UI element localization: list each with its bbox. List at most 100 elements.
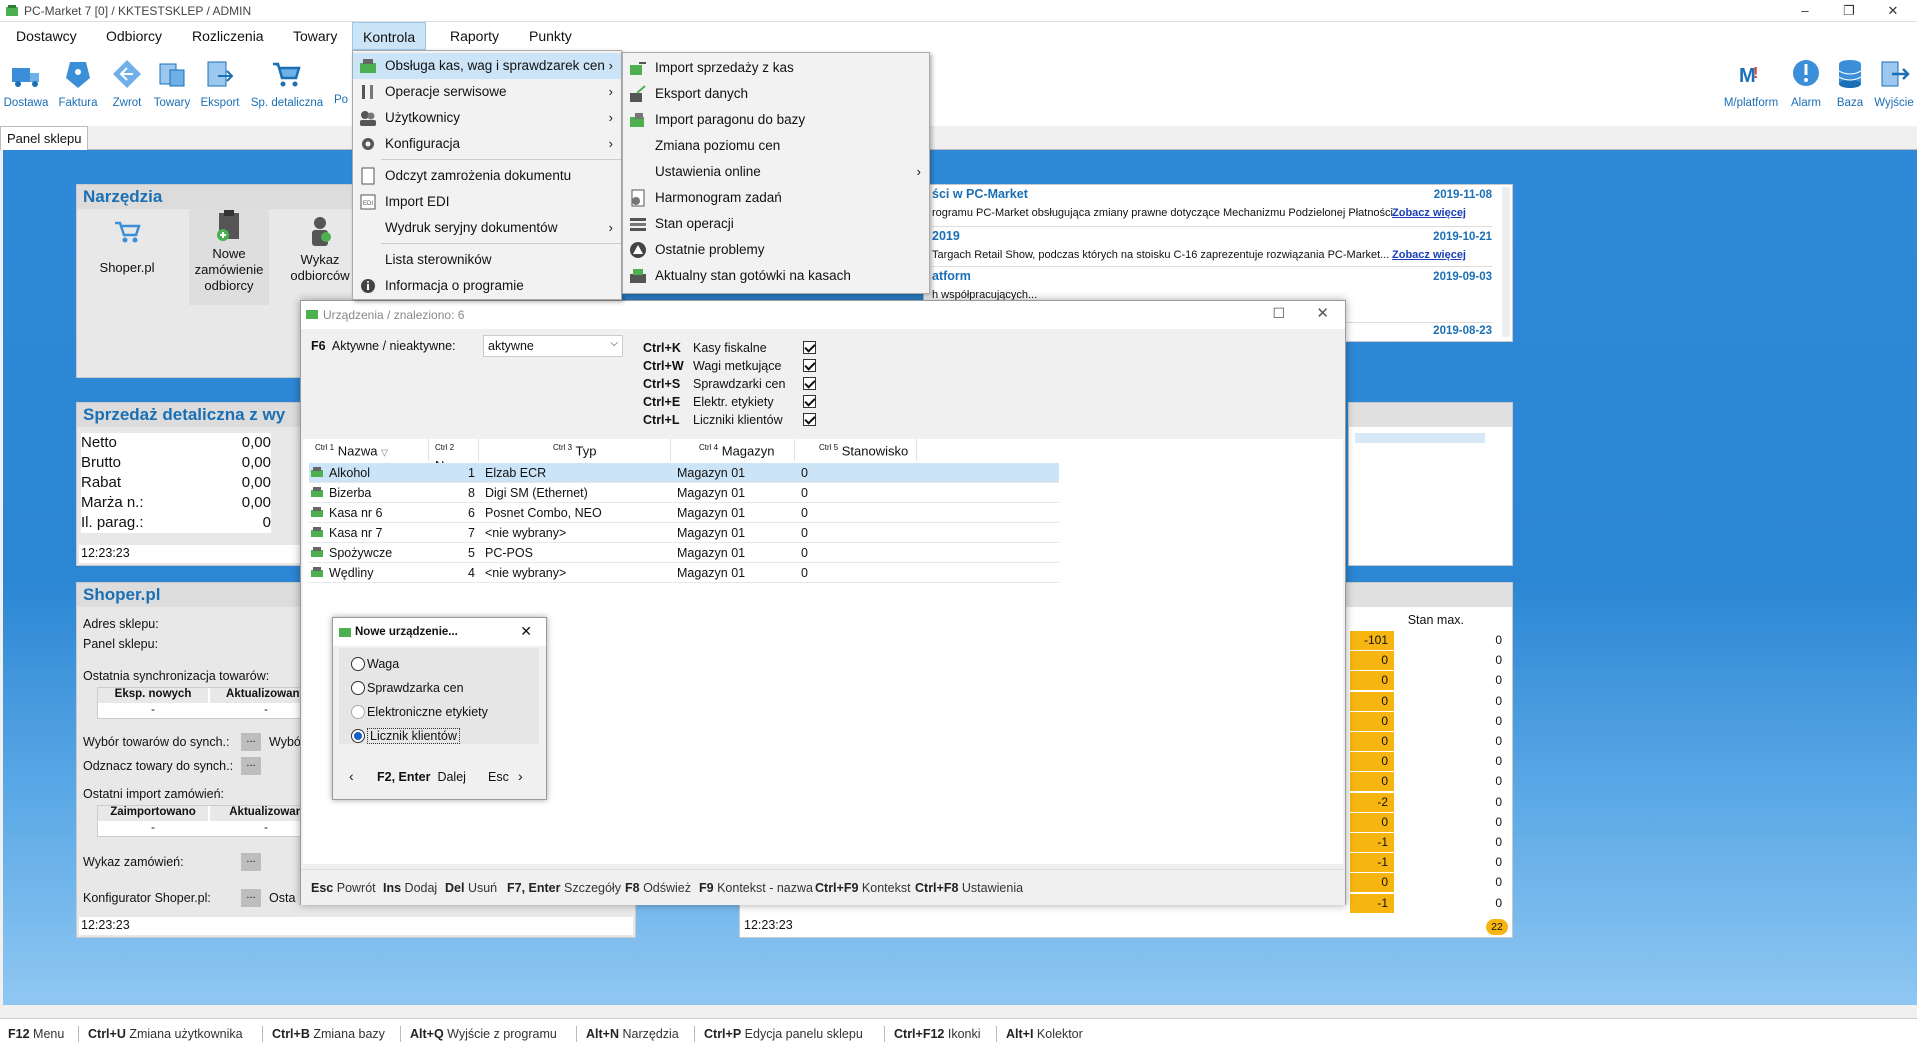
news-link[interactable]: Zobacz więcej bbox=[1392, 249, 1466, 261]
footer-dodaj[interactable]: Ins Dodaj bbox=[383, 881, 437, 895]
footer-usun[interactable]: Del Usuń bbox=[445, 881, 497, 895]
minimize-button[interactable]: – bbox=[1783, 0, 1827, 22]
checkbox[interactable] bbox=[803, 395, 816, 408]
restore-button[interactable]: ❐ bbox=[1827, 0, 1871, 22]
option-sprawdzarka[interactable]: Sprawdzarka cen bbox=[351, 680, 531, 698]
col-typ[interactable]: Ctrl 3 Typ bbox=[479, 439, 671, 461]
menu-uzytkownicy[interactable]: Użytkownicy › bbox=[353, 105, 621, 131]
menu-kontrola[interactable]: Kontrola bbox=[352, 22, 427, 50]
menu-punkty[interactable]: Punkty bbox=[519, 22, 582, 50]
news-scrollbar[interactable] bbox=[1502, 187, 1510, 337]
alarm-button[interactable]: Alarm bbox=[1786, 56, 1826, 109]
menu-obsluga-kas[interactable]: Obsługa kas, wag i sprawdzarek cen › bbox=[353, 53, 621, 79]
table-row[interactable]: Bizerba 8 Digi SM (Ethernet) Magazyn 01 0 bbox=[309, 483, 1059, 503]
menu-towary[interactable]: Towary bbox=[283, 22, 347, 50]
status-narzedzia[interactable]: Alt+N Narzędzia bbox=[586, 1027, 679, 1041]
table-row[interactable]: Alkohol 1 Elzab ECR Magazyn 01 0 bbox=[309, 463, 1059, 483]
tab-panel-sklepu[interactable]: Panel sklepu bbox=[0, 126, 89, 150]
radio[interactable] bbox=[351, 681, 365, 695]
wykaz-zamowien-button[interactable]: ... bbox=[241, 853, 261, 871]
col-numer[interactable]: Ctrl 2 Nume bbox=[429, 439, 479, 473]
stock-badge[interactable]: 22 bbox=[1486, 919, 1508, 935]
col-stanowisko[interactable]: Ctrl 5 Stanowisko bbox=[795, 439, 917, 461]
submenu-ostatnie-problemy[interactable]: Ostatnie problemy bbox=[623, 237, 929, 263]
filter-select[interactable]: aktywne ⌵ bbox=[483, 335, 623, 357]
table-row[interactable]: Kasa nr 7 7 <nie wybrany> Magazyn 01 0 bbox=[309, 523, 1059, 543]
filter-wagi[interactable]: Ctrl+W Wagi metkujące bbox=[643, 357, 853, 375]
submenu-ustawienia-online[interactable]: Ustawienia online › bbox=[623, 159, 929, 185]
tool-wykaz-odbiorcow[interactable]: Wykaz odbiorców bbox=[287, 215, 353, 305]
footer-kontekst[interactable]: Ctrl+F9 Kontekst bbox=[815, 881, 911, 895]
forward-arrow-icon[interactable]: › bbox=[518, 768, 523, 784]
wyjscie-button[interactable]: Wyjście bbox=[1872, 56, 1916, 109]
po-button[interactable]: Po bbox=[330, 56, 352, 106]
checkbox[interactable] bbox=[803, 341, 816, 354]
menu-wydruk-seryjny[interactable]: Wydruk seryjny dokumentów › bbox=[353, 215, 621, 241]
filter-liczniki[interactable]: Ctrl+L Liczniki klientów bbox=[643, 411, 853, 429]
menu-raporty[interactable]: Raporty bbox=[440, 22, 509, 50]
table-row[interactable]: Spożywcze 5 PC-POS Magazyn 01 0 bbox=[309, 543, 1059, 563]
status-zmiana-uzytkownika[interactable]: Ctrl+U Zmiana użytkownika bbox=[88, 1027, 243, 1041]
submenu-import-sprzedazy[interactable]: Import sprzedaży z kas bbox=[623, 55, 929, 81]
news-item[interactable]: 2019 2019-10-21 Targach Retail Show, pod… bbox=[932, 229, 1492, 267]
news-item[interactable]: ści w PC-Market 2019-11-08 rogramu PC-Ma… bbox=[932, 187, 1492, 227]
menu-lista-sterownikow[interactable]: Lista sterowników bbox=[353, 247, 621, 273]
submenu-zmiana-poziomu-cen[interactable]: Zmiana poziomu cen bbox=[623, 133, 929, 159]
konfigurator-button[interactable]: ... bbox=[241, 889, 261, 907]
maximize-icon[interactable]: ☐ bbox=[1272, 305, 1285, 322]
esc-button[interactable]: Esc bbox=[488, 770, 509, 784]
footer-powrot[interactable]: Esc Powrót bbox=[311, 881, 376, 895]
close-window-button[interactable]: ✕ bbox=[1871, 0, 1915, 22]
radio[interactable] bbox=[351, 729, 365, 743]
footer-ustawienia[interactable]: Ctrl+F8 Ustawienia bbox=[915, 881, 1023, 895]
col-nazwa[interactable]: Ctrl 1 Nazwa ▽ bbox=[309, 439, 429, 461]
submenu-eksport-danych[interactable]: Eksport danych bbox=[623, 81, 929, 107]
status-kolektor[interactable]: Alt+I Kolektor bbox=[1006, 1027, 1083, 1041]
status-menu[interactable]: F12 Menu bbox=[8, 1027, 64, 1041]
checkbox[interactable] bbox=[803, 413, 816, 426]
menu-odczyt-zamrozenia[interactable]: Odczyt zamrożenia dokumentu bbox=[353, 163, 621, 189]
next-button[interactable]: F2, Enter Dalej bbox=[377, 770, 466, 784]
menu-informacja[interactable]: Informacja o programie bbox=[353, 273, 621, 299]
submenu-import-paragonu[interactable]: Import paragonu do bazy bbox=[623, 107, 929, 133]
menu-rozliczenia[interactable]: Rozliczenia bbox=[182, 22, 274, 50]
filter-kasy[interactable]: Ctrl+K Kasy fiskalne bbox=[643, 339, 853, 357]
status-zmiana-bazy[interactable]: Ctrl+B Zmiana bazy bbox=[272, 1027, 385, 1041]
menu-operacje-serwisowe[interactable]: Operacje serwisowe › bbox=[353, 79, 621, 105]
radio[interactable] bbox=[351, 657, 365, 671]
zwrot-button[interactable]: Zwrot bbox=[105, 56, 149, 109]
footer-szczegoly[interactable]: F7, Enter Szczegóły bbox=[507, 881, 621, 895]
menu-konfiguracja[interactable]: Konfiguracja › bbox=[353, 131, 621, 157]
close-icon[interactable]: ✕ bbox=[1316, 304, 1329, 322]
menu-odbiorcy[interactable]: Odbiorcy bbox=[96, 22, 172, 50]
towary-button[interactable]: Towary bbox=[150, 56, 194, 109]
status-ikonki[interactable]: Ctrl+F12 Ikonki bbox=[894, 1027, 981, 1041]
table-row[interactable]: Kasa nr 6 6 Posnet Combo, NEO Magazyn 01 0 bbox=[309, 503, 1059, 523]
news-link[interactable]: Zobacz więcej bbox=[1392, 207, 1466, 219]
menu-import-edi[interactable]: EDI Import EDI bbox=[353, 189, 621, 215]
footer-kontekst-nazwa[interactable]: F9 Kontekst - nazwa bbox=[699, 881, 813, 895]
filter-etykiety[interactable]: Ctrl+E Elektr. etykiety bbox=[643, 393, 853, 411]
checkbox[interactable] bbox=[803, 359, 816, 372]
tool-nowe-zamowienie[interactable]: Nowe zamówienie odbiorcy bbox=[189, 209, 269, 305]
close-icon[interactable]: ✕ bbox=[520, 623, 532, 640]
option-waga[interactable]: Waga bbox=[351, 656, 531, 674]
dostawa-button[interactable]: Dostawa bbox=[2, 56, 50, 109]
submenu-harmonogram[interactable]: Harmonogram zadań bbox=[623, 185, 929, 211]
filter-sprawdzarki[interactable]: Ctrl+S Sprawdzarki cen bbox=[643, 375, 853, 393]
wybor-button[interactable]: ... bbox=[241, 733, 261, 751]
sp-detaliczna-button[interactable]: Sp. detaliczna bbox=[248, 56, 326, 109]
footer-odswiez[interactable]: F8 Odśwież bbox=[625, 881, 691, 895]
option-licznik[interactable]: Licznik klientów bbox=[351, 728, 531, 746]
status-wyjscie[interactable]: Alt+Q Wyjście z programu bbox=[410, 1027, 557, 1041]
submenu-stan-gotowki[interactable]: Aktualny stan gotówki na kasach bbox=[623, 263, 929, 289]
radio[interactable] bbox=[351, 705, 365, 719]
table-row[interactable]: Wędliny 4 <nie wybrany> Magazyn 01 0 bbox=[309, 563, 1059, 583]
status-edycja-panelu[interactable]: Ctrl+P Edycja panelu sklepu bbox=[704, 1027, 863, 1041]
col-magazyn[interactable]: Ctrl 4 Magazyn bbox=[671, 439, 795, 461]
tool-shoper[interactable]: Shoper.pl bbox=[87, 215, 167, 305]
menu-dostawcy[interactable]: Dostawcy bbox=[6, 22, 87, 50]
odznacz-button[interactable]: ... bbox=[241, 757, 261, 775]
back-arrow-icon[interactable]: ‹ bbox=[349, 768, 354, 784]
mplatform-button[interactable]: M! M/platform bbox=[1720, 56, 1782, 109]
